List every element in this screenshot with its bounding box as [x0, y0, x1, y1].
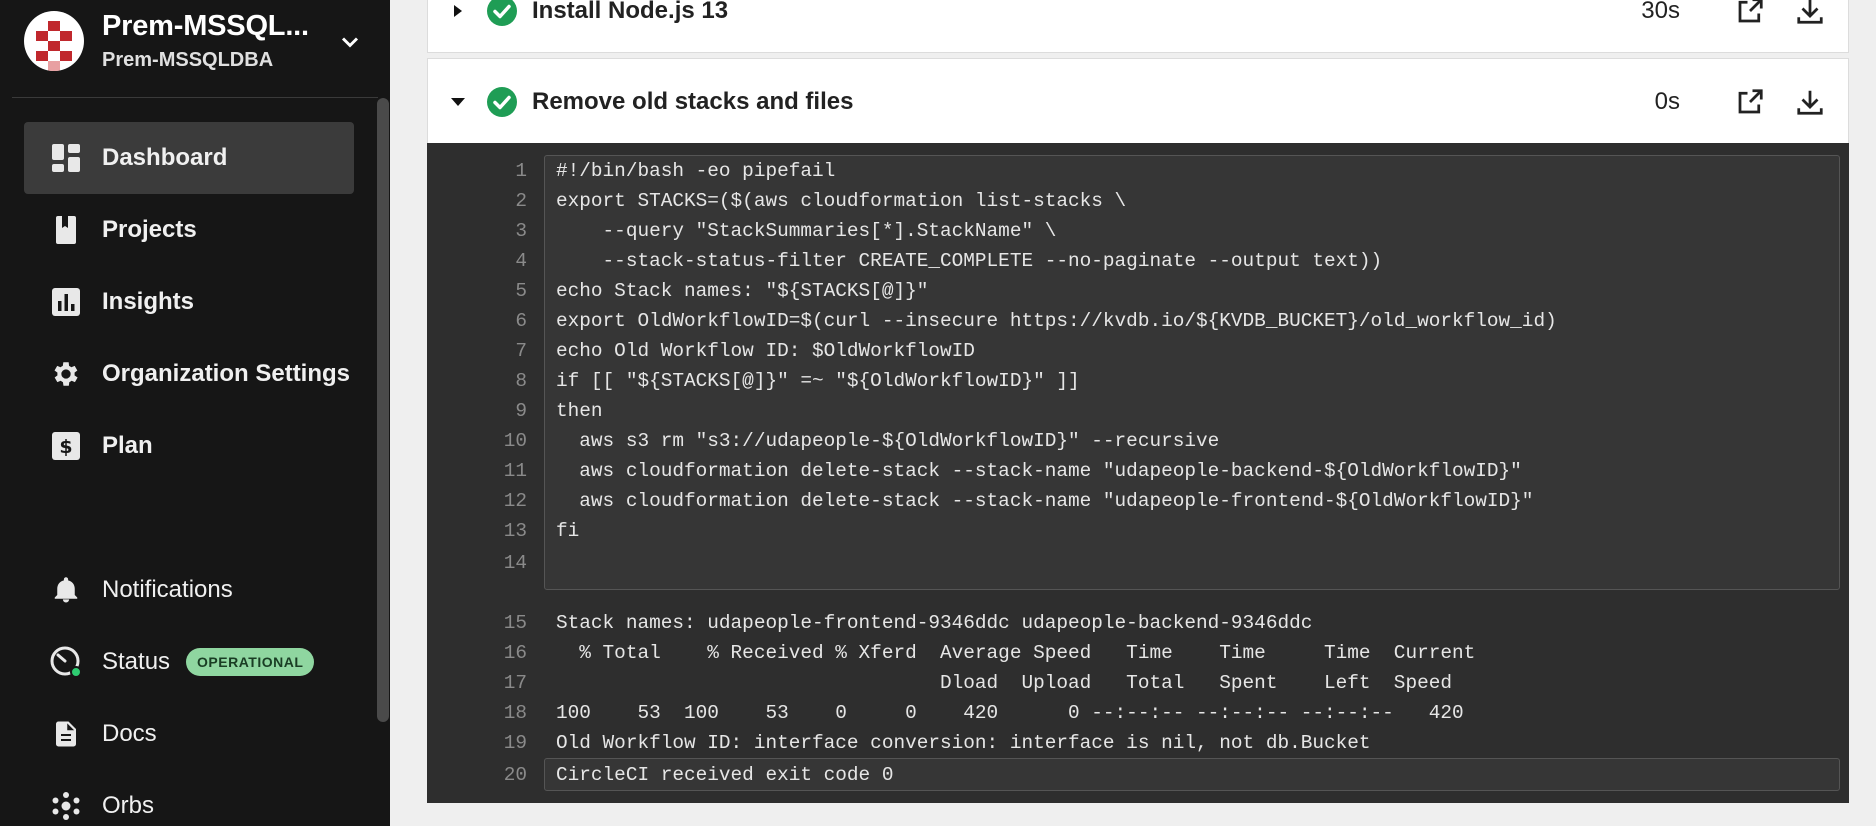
org-avatar [24, 11, 84, 71]
nav-label: Organization Settings [102, 360, 351, 387]
nav-item-status[interactable]: Status OPERATIONAL [24, 626, 354, 698]
download-icon[interactable] [1792, 0, 1828, 29]
dashboard-icon [50, 142, 82, 174]
svg-text:$: $ [59, 436, 72, 458]
log-line: 20 CircleCI received exit code 0 [503, 764, 894, 786]
log-line: 16 % Total % Received % Xferd Average Sp… [503, 642, 1476, 664]
book-icon [50, 214, 82, 246]
nav-label: Insights [102, 288, 195, 315]
caret-down-icon[interactable] [448, 92, 468, 112]
log-line: 9 then [515, 400, 603, 422]
sidebar-scrollbar[interactable] [377, 98, 389, 722]
nav-item-insights[interactable]: Insights [24, 266, 354, 338]
nav-label: Docs [102, 720, 157, 747]
divider [12, 97, 378, 98]
check-circle-icon [487, 0, 517, 26]
gear-icon [50, 358, 82, 390]
log-line: 4 --stack-status-filter CREATE_COMPLETE … [515, 250, 1383, 272]
step-duration: 0s [1654, 88, 1680, 115]
log-line: 17 Dload Upload Total Spent Left Speed [503, 672, 1452, 694]
log-line: 7 echo Old Workflow ID: $OldWorkflowID [515, 340, 975, 362]
nav-label: Plan [102, 432, 153, 459]
log-line: 12 aws cloudformation delete-stack --sta… [503, 490, 1534, 512]
main-content: Install Node.js 13 30s Remove old stacks… [390, 0, 1876, 826]
document-icon [50, 718, 82, 750]
log-line: 18 100 53 100 53 0 0 420 0 --:--:-- --:--… [503, 702, 1464, 724]
log-line: 2 export STACKS=($(aws cloudformation lis… [515, 190, 1127, 212]
step-title: Install Node.js 13 [532, 0, 729, 24]
nav-label: Orbs [102, 792, 155, 819]
log-line: 5 echo Stack names: "${STACKS[@]}" [515, 280, 929, 302]
nav-item-organization-settings[interactable]: Organization Settings [24, 338, 354, 410]
log-line: 3 --query "StackSummaries[*].StackName" … [515, 220, 1057, 242]
download-icon[interactable] [1792, 84, 1828, 120]
org-switcher[interactable]: Prem-MSSQL... Prem-MSSQLDBA [24, 10, 374, 72]
external-link-icon[interactable] [1732, 84, 1768, 120]
nav-label: Status [102, 648, 171, 675]
nav-label: Projects [102, 216, 197, 243]
nav-item-docs[interactable]: Docs [24, 698, 354, 770]
org-subtitle: Prem-MSSQLDBA [102, 49, 274, 71]
chevron-down-icon[interactable] [336, 28, 364, 56]
external-link-icon[interactable] [1732, 0, 1768, 29]
org-name: Prem-MSSQL... [102, 10, 309, 42]
nav-item-plan[interactable]: $ Plan [24, 410, 354, 482]
orbs-icon [50, 790, 82, 822]
log-line: 8 if [[ "${STACKS[@]}" =~ "${OldWorkflowI… [515, 370, 1080, 392]
check-circle-icon [487, 87, 517, 117]
bar-chart-icon [50, 286, 82, 318]
sidebar: Prem-MSSQL... Prem-MSSQLDBA Dashboard Pr… [0, 0, 390, 826]
log-line: 19 Old Workflow ID: interface conversion:… [503, 732, 1371, 754]
log-line: 10 aws s3 rm "s3://udapeople-${OldWorkfl… [503, 430, 1220, 452]
log-line: 13 fi [503, 520, 580, 542]
nav-label: Dashboard [102, 144, 228, 171]
step-duration: 30s [1641, 0, 1680, 24]
nav-item-orbs[interactable]: Orbs [24, 770, 354, 826]
log-line: 6 export OldWorkflowID=$(curl --insecure … [515, 310, 1557, 332]
log-line: 14 [503, 552, 527, 574]
bell-icon [50, 574, 82, 606]
step-remove-old-stacks[interactable]: Remove old stacks and files 0s [427, 58, 1849, 144]
log-line: 11 aws cloudformation delete-stack --sta… [503, 460, 1522, 482]
nav-item-notifications[interactable]: Notifications [24, 554, 354, 626]
gauge-icon [50, 646, 82, 678]
nav-label: Notifications [102, 576, 233, 603]
caret-right-icon[interactable] [448, 1, 468, 21]
step-output-terminal: 1 #!/bin/bash -eo pipefail 2 export STACKS… [427, 143, 1849, 803]
nav-item-dashboard[interactable]: Dashboard [24, 122, 354, 194]
log-line: 15 Stack names: udapeople-frontend-9346dd… [503, 612, 1313, 634]
nav-item-projects[interactable]: Projects [24, 194, 354, 266]
status-badge: OPERATIONAL [186, 648, 315, 676]
step-title: Remove old stacks and files [532, 88, 854, 115]
step-install-node[interactable]: Install Node.js 13 30s [427, 0, 1849, 53]
dollar-icon: $ [50, 430, 82, 462]
log-line: 1 #!/bin/bash -eo pipefail [515, 160, 836, 182]
